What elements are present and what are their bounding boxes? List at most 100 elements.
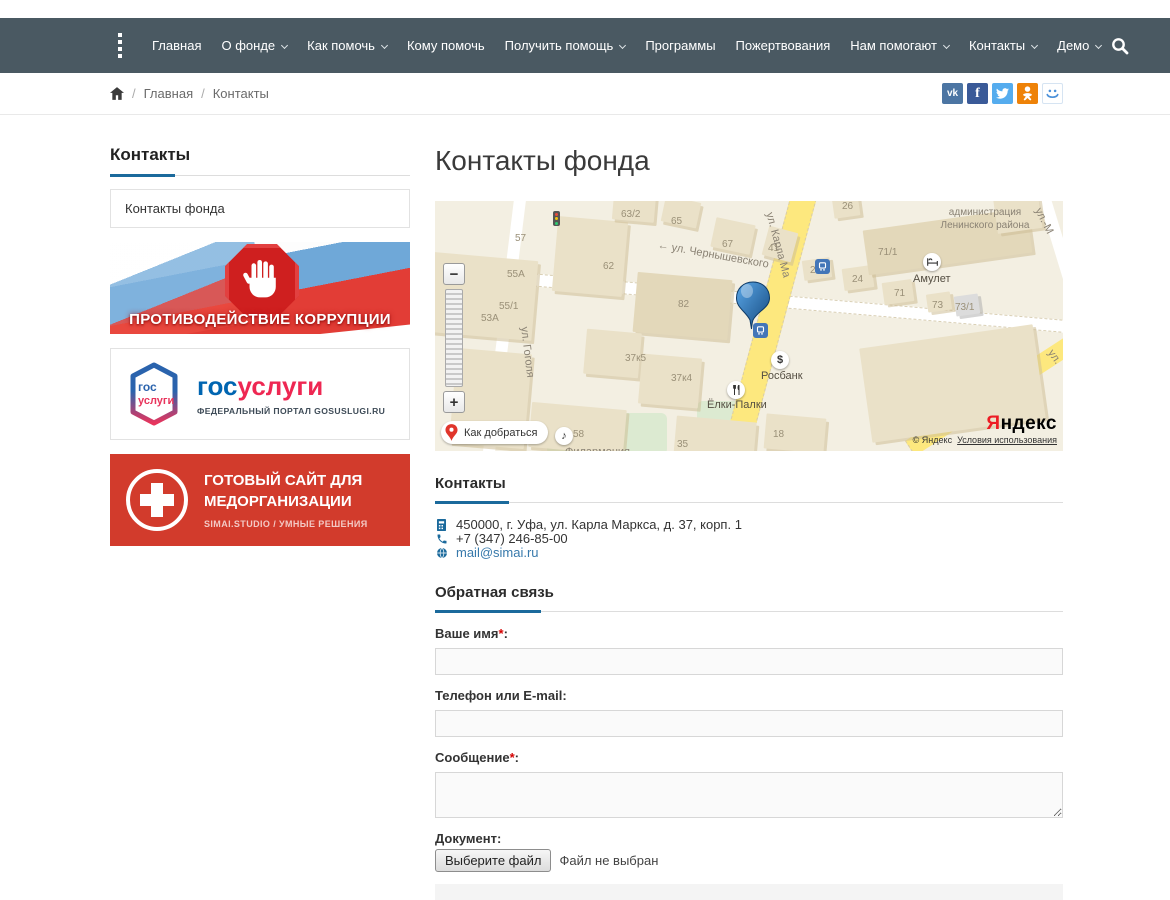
map-label: 62 (603, 261, 614, 272)
breadcrumb-separator: / (132, 86, 136, 101)
search-icon[interactable] (1111, 37, 1129, 55)
message-textarea[interactable] (435, 772, 1063, 818)
restaurant-poi-icon[interactable] (727, 381, 745, 399)
chevron-down-icon (1031, 42, 1038, 49)
philharmonic-poi-icon[interactable]: ♪ (555, 427, 573, 445)
divider (435, 501, 1063, 504)
zoom-out-button[interactable]: − (443, 263, 465, 285)
chevron-down-icon (943, 42, 950, 49)
nav-programmy[interactable]: Программы (635, 18, 725, 73)
menu-toggle-dots-icon[interactable] (118, 33, 122, 58)
zoom-slider[interactable] (445, 289, 463, 387)
nav-kak-pomoch[interactable]: Как помочь (297, 18, 397, 73)
medical-cross-icon (126, 469, 188, 531)
home-icon[interactable] (110, 87, 124, 100)
odnoklassniki-icon[interactable] (1017, 83, 1038, 104)
gosuslugi-subtitle: ФЕДЕРАЛЬНЫЙ ПОРТАЛ GOSUSLUGI.RU (197, 406, 385, 416)
chevron-down-icon (281, 42, 288, 49)
name-input[interactable] (435, 648, 1063, 675)
medical-site-banner[interactable]: ГОТОВЫЙ САЙТ ДЛЯ МЕДОРГАНИЗАЦИИ SIMAI.ST… (110, 454, 410, 546)
map-label: 73 (932, 300, 943, 311)
med-banner-subtitle: SIMAI.STUDIO / УМНЫЕ РЕШЕНИЯ (204, 519, 368, 529)
facebook-icon[interactable]: f (967, 83, 988, 104)
nav-nam-pomogayut[interactable]: Нам помогают (840, 18, 959, 73)
med-banner-line1: ГОТОВЫЙ САЙТ ДЛЯ (204, 472, 362, 489)
nav-glavnaya[interactable]: Главная (142, 18, 211, 73)
choose-file-button[interactable]: Выберите файл (435, 849, 551, 872)
chevron-down-icon (381, 42, 388, 49)
map-building (552, 216, 628, 297)
map-label: 63/2 (621, 209, 640, 220)
breadcrumb-bar: / Главная / Контакты vk f (0, 73, 1170, 115)
gosuslugi-text: госуслуги ФЕДЕРАЛЬНЫЙ ПОРТАЛ GOSUSLUGI.R… (197, 373, 385, 416)
vk-icon[interactable]: vk (942, 83, 963, 104)
route-button[interactable]: Как добраться (441, 421, 548, 444)
map-label: 18 (773, 429, 784, 440)
phone-email-input[interactable] (435, 710, 1063, 737)
map-admin-label: администрация (949, 207, 1021, 218)
social-links: vk f (942, 83, 1063, 104)
phone-email-label: Телефон или E-mail: (435, 688, 1063, 703)
med-banner-line2: МЕДОРГАНИЗАЦИИ (204, 493, 352, 510)
feedback-section-title: Обратная связь (435, 584, 1063, 601)
map-label: 26 (842, 201, 853, 212)
map-label: 67 (722, 239, 733, 250)
bank-poi-icon[interactable]: $ (771, 351, 789, 369)
map-label: 57 (515, 233, 526, 244)
nav-kontakty[interactable]: Контакты (959, 18, 1047, 73)
twitter-icon[interactable] (992, 83, 1013, 104)
map-label: 55A (507, 269, 525, 280)
banner-caption: ПРОТИВОДЕЙСТВИЕ КОРРУПЦИИ (110, 311, 410, 328)
map-label: 82 (678, 299, 689, 310)
main-nav: Главная О фонде Как помочь Кому помочь П… (142, 18, 1111, 73)
sidebar-title: Контакты (110, 145, 410, 165)
terms-of-use-link[interactable]: Условия использования (957, 435, 1057, 445)
stop-hand-icon (225, 244, 299, 318)
breadcrumb-glavnaya[interactable]: Главная (144, 86, 193, 101)
hotel-poi-icon[interactable] (923, 253, 941, 271)
map-poi-label: Амулет (913, 273, 951, 285)
nav-demo[interactable]: Демо (1047, 18, 1111, 73)
map-admin-label: Ленинского района (941, 220, 1030, 231)
chevron-down-icon (1095, 42, 1102, 49)
map-pin-marker[interactable] (735, 281, 771, 336)
sidebar-item-kontakty-fonda[interactable]: Контакты фонда (110, 189, 410, 228)
file-status-text: Файл не выбран (559, 853, 658, 868)
my-world-smiley-icon[interactable] (1042, 83, 1063, 104)
map-poi-label: Росбанк (761, 370, 803, 382)
zoom-in-button[interactable]: + (443, 391, 465, 413)
transport-stop-icon[interactable] (815, 259, 830, 274)
map-label: 55/1 (499, 301, 518, 312)
name-label: Ваше имя*: (435, 626, 1063, 641)
main-content: Контакты фонда (435, 145, 1063, 900)
email-link[interactable]: mail@simai.ru (456, 546, 539, 560)
document-label: Документ: (435, 831, 1063, 846)
nav-poluchit-pomosch[interactable]: Получить помощь (495, 18, 636, 73)
address-text: 450000, г. Уфа, ул. Карла Маркса, д. 37,… (456, 518, 742, 532)
nav-komu-pomoch[interactable]: Кому помочь (397, 18, 495, 73)
traffic-light-icon (553, 211, 560, 226)
contacts-section-title: Контакты (435, 475, 1063, 492)
yandex-map[interactable]: 57 55A 53A 55/1 62 63/2 65 67 82 37к5 37… (435, 201, 1063, 451)
globe-icon (435, 547, 448, 559)
nav-pozhertvovaniya[interactable]: Пожертвования (726, 18, 841, 73)
phone-icon (435, 533, 448, 545)
sidebar: Контакты Контакты фонда ПРОТИВОДЕЙСТВИЕ … (110, 145, 410, 900)
chevron-down-icon (619, 42, 626, 49)
divider (110, 174, 410, 177)
map-label: 24 (852, 274, 863, 285)
anti-corruption-banner[interactable]: ПРОТИВОДЕЙСТВИЕ КОРРУПЦИИ (110, 242, 410, 334)
gosuslugi-banner[interactable]: гос услуги госуслуги ФЕДЕРАЛЬНЫЙ ПОРТАЛ … (110, 348, 410, 440)
red-pin-icon (445, 424, 458, 441)
breadcrumb-separator: / (201, 86, 205, 101)
nav-o-fonde[interactable]: О фонде (211, 18, 297, 73)
map-label: 73/1 (955, 302, 974, 313)
page-content: Контакты Контакты фонда ПРОТИВОДЕЙСТВИЕ … (0, 115, 1170, 900)
divider (435, 610, 1063, 613)
message-label: Сообщение*: (435, 750, 1063, 765)
map-label: 71/1 (878, 247, 897, 258)
svg-text:гос: гос (138, 380, 157, 394)
map-label: 35 (677, 439, 688, 450)
map-poi-label: Ёлки-Палки (707, 399, 767, 411)
page-title: Контакты фонда (435, 145, 1063, 177)
